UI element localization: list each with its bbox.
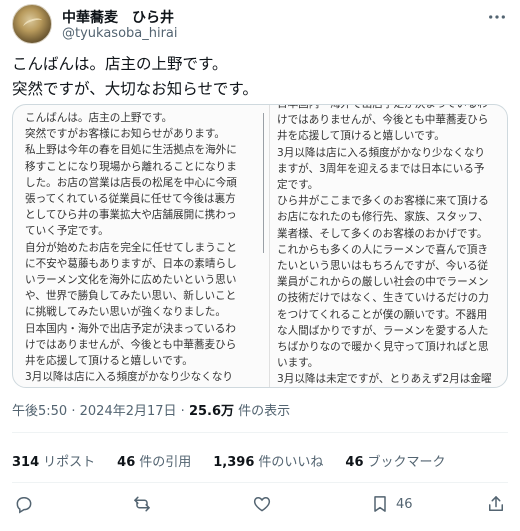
quotes-label: 件の引用	[139, 455, 192, 470]
likes-count: 1,396	[213, 455, 255, 470]
avatar[interactable]	[12, 4, 52, 44]
meta-separator: ·	[180, 404, 185, 419]
note-line: ていく予定です。	[25, 225, 109, 238]
retweet-button[interactable]	[132, 492, 152, 516]
column-divider	[269, 105, 270, 387]
retweet-icon	[134, 496, 150, 512]
note-line: としてひら井の事業拡大や店舗展開に携わっ	[25, 209, 237, 222]
divider	[12, 482, 508, 483]
note-line: お店になれたのも修行先、家族、スタッフ、	[277, 211, 489, 224]
note-line: をつけてくれることが僕の願いです。不器用	[277, 308, 488, 321]
bookmarks-label: ブックマーク	[367, 455, 446, 470]
tweet-meta: 午後5:50 · 2024年2月17日 · 25.6万 件の表示	[12, 400, 290, 419]
reposts-count: 314	[12, 455, 40, 470]
note-line: こんばんは。店主の上野です。	[25, 112, 173, 124]
note-line: 3月以降は未定ですが、とりあえず2月は金曜	[277, 373, 492, 384]
bookmark-icon	[374, 496, 386, 512]
share-button[interactable]	[486, 492, 506, 516]
note-left-column: こんばんは。店主の上野です。 突然ですがお客様にお知らせがあります。 私上野は今…	[25, 110, 261, 386]
author-handle[interactable]: @tyukasoba_hirai	[62, 26, 178, 41]
note-line: 定です。	[277, 179, 319, 192]
author-display-name[interactable]: 中華蕎麦 ひら井	[62, 7, 174, 27]
note-line: 井を応援して頂けると嬉しいです。	[277, 130, 445, 143]
note-line: 日本国内・海外で出店予定が決まっているわ	[25, 322, 236, 335]
divider	[12, 432, 508, 433]
note-line: ひら井がここまで多くのお客様に来て頂ける	[277, 195, 489, 208]
views-count: 25.6万	[188, 404, 235, 419]
note-line: の技術だけではなく、生きていけるだけの力	[277, 292, 489, 305]
note-line: に挑戦してみたい思いが強くなりました。	[25, 306, 226, 319]
tweet-time[interactable]: 午後5:50	[12, 404, 67, 419]
note-right-column: 日本国内・海外で出店予定が決まっているわ けではありませんが、今後とも中華蕎麦ひ…	[277, 104, 505, 384]
quotes-count: 46	[117, 455, 136, 470]
reply-button[interactable]	[14, 492, 34, 516]
note-line: これからも多くの人にラーメンで喜んで頂き	[277, 243, 488, 256]
bookmarks-count: 46	[345, 455, 364, 470]
more-options-icon[interactable]	[486, 6, 508, 28]
note-line: 日本国内・海外で出店予定が決まっているわ	[277, 104, 488, 110]
note-line: いラーメン文化を海外に広めたいという思い	[25, 274, 237, 287]
engagement-stats: 314 リポスト 46 件の引用 1,396 件のいいね 46 ブックマーク	[12, 451, 446, 470]
heart-icon	[253, 496, 271, 512]
tweet-text-line: こんばんは。店主の上野です。	[12, 55, 228, 73]
note-line: 井を応援して頂けると嬉しいです。	[25, 355, 193, 368]
note-line: な人間ばかりですが、ラーメンを愛する人た	[277, 324, 489, 337]
note-line: 移すことになり現場から離れることになりま	[25, 160, 237, 173]
note-line: 自分が始めたお店を完全に任せてしまうこと	[25, 241, 237, 254]
note-line: 3月以降は店に入る頻度がかなり少なくなり	[25, 371, 234, 384]
note-line: 業者様、そして多くのお客様のおかげです。	[277, 227, 488, 240]
quotes-stat[interactable]: 46 件の引用	[117, 451, 191, 470]
reposts-stat[interactable]: 314 リポスト	[12, 451, 95, 470]
note-line: 私上野は今年の春を目処に生活拠点を海外に	[25, 144, 237, 157]
likes-label: 件のいいね	[258, 455, 324, 470]
scrollbar	[263, 113, 264, 253]
note-line: たいという思いはもちろんですが、今いる従	[277, 260, 489, 273]
reply-icon	[16, 497, 32, 514]
action-bar: 46	[12, 492, 508, 520]
reposts-label: リポスト	[43, 455, 96, 470]
tweet-date[interactable]: 2024年2月17日	[80, 404, 177, 419]
note-line: 突然ですがお客様にお知らせがあります。	[25, 128, 226, 141]
meta-separator: ·	[71, 404, 76, 419]
bookmark-button[interactable]: 46	[370, 492, 413, 516]
note-line: 3月以降は店に入る頻度がかなり少なくなり	[277, 146, 486, 159]
note-line: けではありませんが、今後とも中華蕎麦ひら	[25, 338, 237, 351]
tweet-text: こんばんは。店主の上野です。 突然ですが、大切なお知らせです。	[12, 52, 508, 102]
share-icon	[489, 496, 503, 511]
note-line: 張ってくれている従業員に任せて今後は裏方	[25, 193, 236, 206]
note-line: けではありませんが、今後とも中華蕎麦ひら	[277, 114, 489, 127]
note-line: います。	[277, 357, 319, 370]
like-button[interactable]	[252, 492, 272, 516]
bookmarks-stat[interactable]: 46 ブックマーク	[345, 451, 445, 470]
tweet-text-line: 突然ですが、大切なお知らせです。	[12, 80, 258, 98]
note-line: に不安や葛藤もありますが、日本の素晴らし	[25, 257, 237, 270]
note-line: 業員がこれからの厳しい社会の中でラーメン	[277, 276, 489, 289]
likes-stat[interactable]: 1,396 件のいいね	[213, 451, 323, 470]
note-line: ますが、3周年を迎えるまでは日本にいる予	[277, 162, 485, 175]
note-line: ちばかりなので暖かく見守って頂ければと思	[277, 341, 489, 354]
note-line: した。お店の営業は店長の松尾を中心に今頑	[25, 176, 237, 189]
attached-image[interactable]: こんばんは。店主の上野です。 突然ですがお客様にお知らせがあります。 私上野は今…	[12, 104, 508, 388]
note-line: や、世界で勝負してみたい思い、新しいこと	[25, 290, 237, 303]
bookmark-action-count: 46	[396, 496, 413, 512]
tweet-header: 中華蕎麦 ひら井 @tyukasoba_hirai	[12, 4, 508, 44]
views-label: 件の表示	[238, 404, 291, 419]
